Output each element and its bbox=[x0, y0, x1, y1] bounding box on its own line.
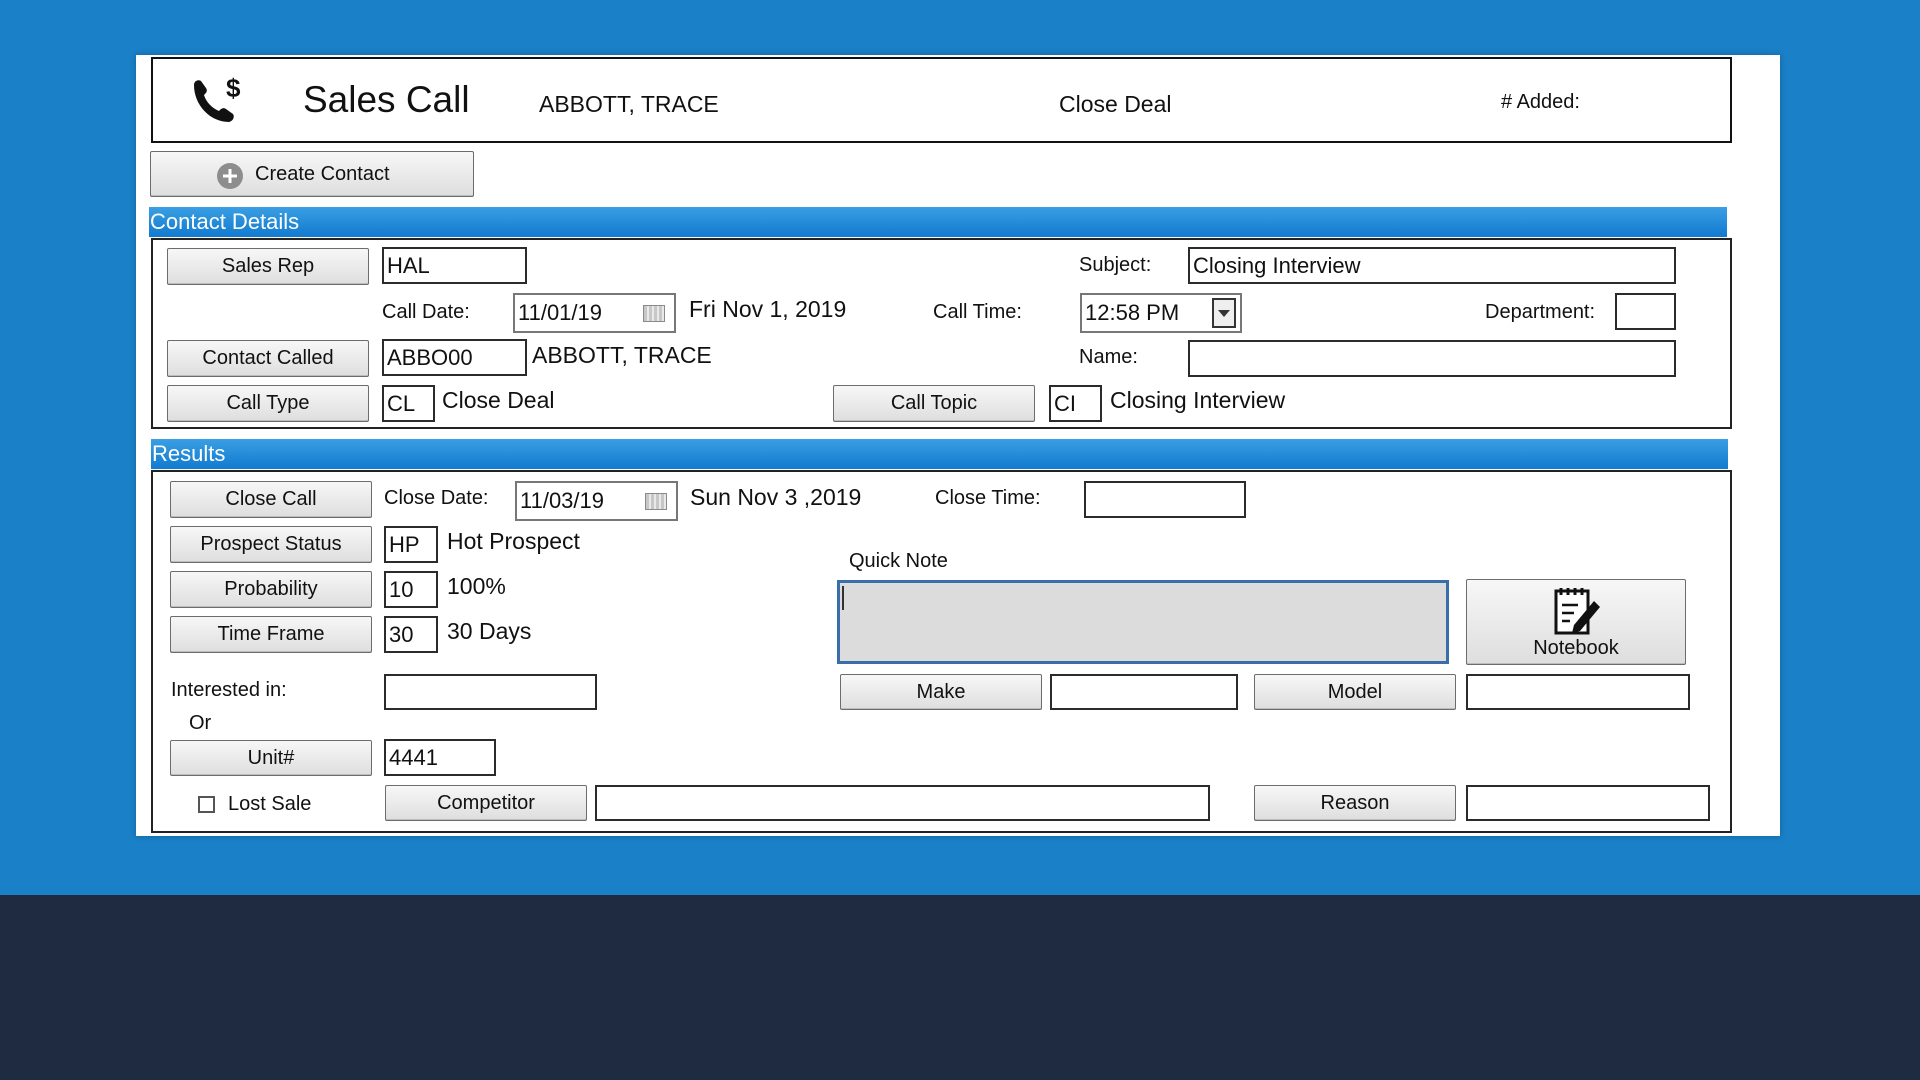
reason-field[interactable] bbox=[1466, 785, 1710, 821]
model-field[interactable] bbox=[1466, 674, 1690, 710]
notepad-pencil-icon bbox=[1546, 585, 1606, 637]
probability-desc: 100% bbox=[447, 573, 506, 599]
sales-rep-field[interactable]: HAL bbox=[382, 247, 527, 284]
unit-field[interactable]: 4441 bbox=[384, 739, 496, 776]
contact-code-field[interactable]: ABBO00 bbox=[382, 339, 527, 376]
results-header: Results bbox=[151, 439, 1728, 469]
name-field[interactable] bbox=[1188, 340, 1676, 377]
call-time-label: Call Time: bbox=[933, 301, 1022, 323]
contact-called-button[interactable]: Contact Called bbox=[167, 340, 369, 377]
unit-button[interactable]: Unit# bbox=[170, 740, 372, 776]
lost-sale-label: Lost Sale bbox=[228, 793, 312, 815]
call-type-desc: Close Deal bbox=[442, 387, 555, 413]
call-time-field[interactable]: 12:58 PM bbox=[1080, 293, 1242, 333]
page-title: Sales Call bbox=[303, 79, 470, 120]
make-button[interactable]: Make bbox=[840, 674, 1042, 710]
make-field[interactable] bbox=[1050, 674, 1238, 710]
text-cursor bbox=[842, 586, 844, 610]
call-topic-code-field[interactable]: CI bbox=[1049, 385, 1102, 422]
time-frame-button[interactable]: Time Frame bbox=[170, 616, 372, 653]
subject-field[interactable]: Closing Interview bbox=[1188, 247, 1676, 284]
competitor-field[interactable] bbox=[595, 785, 1210, 821]
quick-note-textarea[interactable] bbox=[837, 580, 1449, 664]
close-call-button[interactable]: Close Call bbox=[170, 481, 372, 518]
svg-text:$: $ bbox=[226, 75, 241, 103]
notebook-button[interactable]: Notebook bbox=[1466, 579, 1686, 665]
competitor-button[interactable]: Competitor bbox=[385, 785, 587, 821]
create-contact-label: Create Contact bbox=[255, 162, 390, 185]
close-date-value: 11/03/19 bbox=[520, 488, 605, 513]
department-field[interactable] bbox=[1615, 293, 1676, 330]
interested-in-field[interactable] bbox=[384, 674, 597, 710]
contact-details-header: Contact Details bbox=[149, 207, 1727, 237]
close-time-field[interactable] bbox=[1084, 481, 1246, 518]
background-dark bbox=[0, 895, 1920, 1080]
prospect-code-field[interactable]: HP bbox=[384, 526, 438, 563]
or-label: Or bbox=[189, 712, 212, 734]
close-date-long: Sun Nov 3 ,2019 bbox=[690, 484, 862, 510]
probability-button[interactable]: Probability bbox=[170, 571, 372, 608]
notebook-label: Notebook bbox=[1533, 637, 1619, 659]
time-frame-code-field[interactable]: 30 bbox=[384, 616, 438, 653]
calendar-icon[interactable] bbox=[645, 493, 667, 510]
subject-label: Subject: bbox=[1079, 254, 1152, 276]
call-date-field[interactable]: 11/01/19 bbox=[513, 293, 676, 333]
lost-sale-checkbox[interactable] bbox=[198, 796, 215, 813]
sales-rep-button[interactable]: Sales Rep bbox=[167, 248, 369, 285]
call-date-value: 11/01/19 bbox=[518, 300, 603, 325]
reason-button[interactable]: Reason bbox=[1254, 785, 1456, 821]
quick-note-label: Quick Note bbox=[849, 550, 948, 572]
phone-dollar-icon: $ bbox=[188, 73, 248, 129]
call-type-button[interactable]: Call Type bbox=[167, 385, 369, 422]
chevron-down-icon[interactable] bbox=[1212, 298, 1236, 328]
header-added-label: # Added: bbox=[1501, 91, 1580, 113]
interested-in-label: Interested in: bbox=[171, 679, 287, 701]
call-date-label: Call Date: bbox=[382, 301, 470, 323]
plus-circle-icon bbox=[217, 163, 243, 189]
time-frame-desc: 30 Days bbox=[447, 618, 532, 644]
prospect-desc: Hot Prospect bbox=[447, 528, 580, 554]
close-date-field[interactable]: 11/03/19 bbox=[515, 481, 678, 521]
call-topic-button[interactable]: Call Topic bbox=[833, 385, 1035, 422]
create-contact-button[interactable]: Create Contact bbox=[150, 151, 474, 197]
sales-call-window: $ Sales Call ABBOTT, TRACE Close Deal # … bbox=[136, 55, 1780, 836]
close-date-label: Close Date: bbox=[384, 487, 489, 509]
call-time-value: 12:58 PM bbox=[1085, 300, 1180, 325]
model-button[interactable]: Model bbox=[1254, 674, 1456, 710]
calendar-icon[interactable] bbox=[643, 305, 665, 322]
header-call-type: Close Deal bbox=[1059, 91, 1172, 117]
close-time-label: Close Time: bbox=[935, 487, 1041, 509]
contact-name-text: ABBOTT, TRACE bbox=[532, 342, 712, 368]
call-type-code-field[interactable]: CL bbox=[382, 385, 435, 422]
name-label: Name: bbox=[1079, 346, 1138, 368]
call-topic-desc: Closing Interview bbox=[1110, 387, 1286, 413]
header-customer-name: ABBOTT, TRACE bbox=[539, 91, 719, 117]
probability-code-field[interactable]: 10 bbox=[384, 571, 438, 608]
prospect-status-button[interactable]: Prospect Status bbox=[170, 526, 372, 563]
department-label: Department: bbox=[1485, 301, 1596, 323]
call-date-long: Fri Nov 1, 2019 bbox=[689, 296, 847, 322]
